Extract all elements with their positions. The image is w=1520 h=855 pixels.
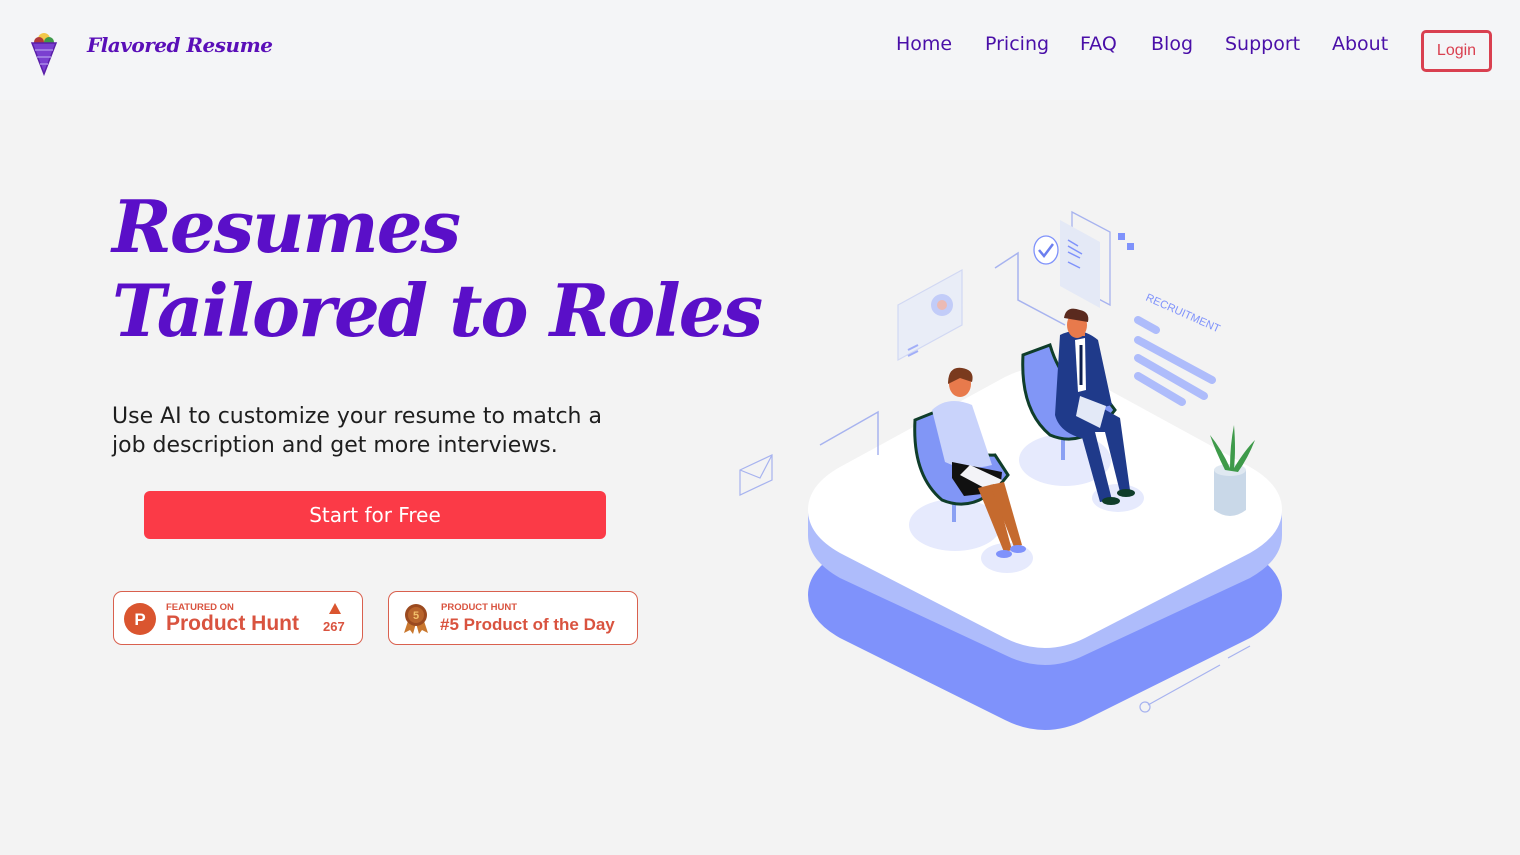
recruitment-illustration: RECRUITMENT xyxy=(739,210,1282,730)
product-hunt-small-label: PRODUCT HUNT xyxy=(441,602,517,613)
document-icon xyxy=(1060,210,1111,308)
deco-square xyxy=(1127,243,1134,250)
nav-support[interactable]: Support xyxy=(1225,33,1300,55)
product-hunt-logo-icon: P xyxy=(124,603,156,635)
chart-card-icon xyxy=(897,268,963,362)
product-hunt-featured-badge[interactable]: P FEATURED ON Product Hunt 267 xyxy=(113,591,363,645)
check-circle-icon xyxy=(1033,235,1059,265)
upvote-count: 267 xyxy=(323,619,345,634)
product-hunt-label: Product Hunt xyxy=(166,612,299,635)
upvote-triangle-icon xyxy=(329,603,341,614)
nav-pricing[interactable]: Pricing xyxy=(985,33,1049,55)
hero-title-line-1: Resumes xyxy=(112,184,461,269)
hero-title: Resumes Tailored to Roles xyxy=(112,184,763,353)
ice-cream-logo-icon[interactable] xyxy=(30,30,58,76)
hero-subtitle-line-1: Use AI to customize your resume to match… xyxy=(112,404,602,429)
product-hunt-logo-letter: P xyxy=(134,610,145,629)
envelope-icon xyxy=(739,454,773,496)
deco-square xyxy=(1118,233,1125,240)
brand-name[interactable]: Flavored Resume xyxy=(87,33,273,57)
product-of-the-day-label: #5 Product of the Day xyxy=(440,615,615,634)
hero-subtitle-line-2: job description and get more interviews. xyxy=(112,433,558,458)
hero-title-line-2: Tailored to Roles xyxy=(112,268,763,353)
medal-number: 5 xyxy=(413,610,419,622)
deco-line xyxy=(994,251,1066,326)
hero-subtitle: Use AI to customize your resume to match… xyxy=(112,402,632,460)
start-for-free-button[interactable]: Start for Free xyxy=(144,491,606,539)
nav-home[interactable]: Home xyxy=(896,33,952,55)
medal-icon: 5 xyxy=(404,604,428,634)
nav-faq[interactable]: FAQ xyxy=(1080,33,1117,55)
nav-blog[interactable]: Blog xyxy=(1151,33,1193,55)
login-button[interactable]: Login xyxy=(1421,30,1492,72)
deco-circle xyxy=(1139,701,1151,713)
deco-line xyxy=(819,410,879,455)
recruitment-list-bars xyxy=(1134,316,1216,406)
deco-line xyxy=(1227,645,1251,659)
product-of-the-day-badge[interactable]: 5 PRODUCT HUNT #5 Product of the Day xyxy=(388,591,638,645)
nav-about[interactable]: About xyxy=(1332,33,1388,55)
site-header: Flavored Resume Home Pricing FAQ Blog Su… xyxy=(0,0,1520,100)
